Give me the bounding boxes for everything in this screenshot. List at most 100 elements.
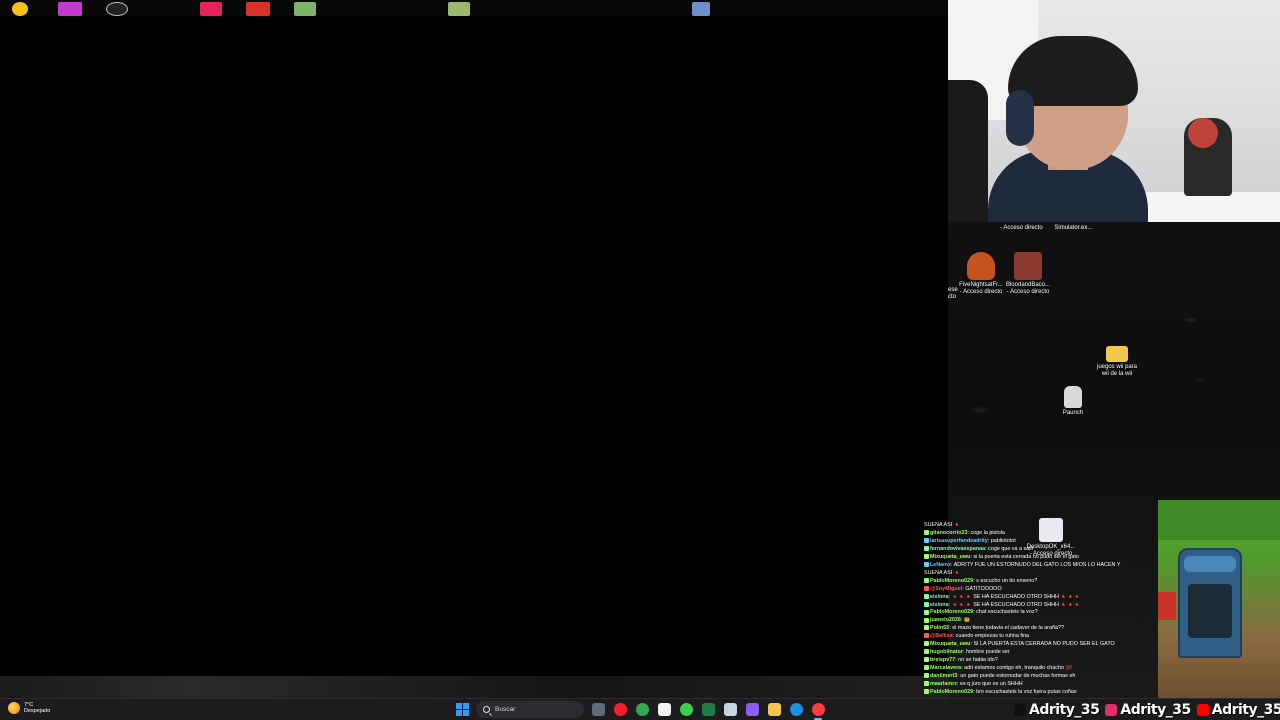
weather-sun-icon [8, 702, 20, 714]
chat-text: ADRITY FUE UN ESTORNUDO DEL GATO LOS MIO… [953, 561, 1121, 568]
search-icon [483, 706, 490, 713]
weather-condition: Despejado [24, 708, 51, 714]
desktop-icon-sublabel: wii de la wii [1101, 371, 1133, 377]
chat-username: Mixuqueta_uwu [930, 641, 971, 648]
mini-game-trees [1158, 500, 1280, 540]
chat-badge-icon [924, 625, 929, 631]
document-icon[interactable] [658, 703, 671, 716]
recording-icon[interactable] [812, 703, 825, 716]
chat-message: Mixuqueta_uwu: si la puerta esta cerrada… [924, 554, 1160, 562]
chat-text: el mazo tiene todavia el cadaver de la a… [952, 625, 1064, 632]
duck-app-icon[interactable] [12, 2, 28, 16]
weather-widget[interactable]: 7°C Despejado [8, 702, 50, 714]
chat-message: elsinna: 🔺🔺🔺 SE HA ESCUCHADO OTRO SHHH 🔺… [924, 602, 1160, 610]
chat-username: breispv77 [930, 657, 956, 664]
social-item: Adrity_35 [1196, 702, 1280, 718]
weather-text: 7°C Despejado [24, 702, 50, 714]
webcam-desk [1138, 192, 1280, 222]
chat-text: 🤠 [963, 617, 971, 624]
chat-badge-icon [924, 681, 929, 687]
chat-text: bro escuchasteis la voz fuera putas coña… [976, 689, 1077, 696]
game-app-icon[interactable] [294, 2, 316, 16]
chat-message: Polin55: el mazo tiene todavia el cadave… [924, 625, 1160, 633]
social-handles-overlay: Adrity_35 Adrity_35 Adrity_35 [1014, 700, 1280, 720]
headphones-icon [1006, 90, 1034, 146]
desktop-icon-juegos-wii[interactable]: juegos wii para wii de la wii [1082, 344, 1152, 378]
file-manager-icon[interactable] [592, 703, 605, 716]
chat-message: Mixuqueta_uwu: SI LA PUERTA ESTA CERRADA… [924, 641, 1160, 649]
chrome-icon[interactable] [636, 703, 649, 716]
steam-icon[interactable] [724, 703, 737, 716]
character-app-icon[interactable] [692, 2, 710, 16]
chat-text: hombre puede ser [965, 649, 1010, 656]
chat-username: fernandovivaespanaa [930, 545, 986, 552]
folder-icon [1106, 346, 1128, 362]
social-handle: Adrity_35 [1211, 702, 1280, 718]
chat-username: danilmert3 [930, 673, 958, 680]
chat-text: pabliototot [990, 537, 1016, 544]
desktop-icon-label: BloodandBaco... [1005, 282, 1051, 288]
chat-username: Mixuqueta_uwu [930, 553, 971, 560]
chat-text: no se habia ido? [958, 657, 998, 664]
map-app-icon[interactable] [448, 2, 470, 16]
mini-game-train [1178, 548, 1242, 658]
chat-message: hugoblinator: hombre puede ser [924, 649, 1160, 657]
game-window[interactable] [0, 16, 948, 676]
chat-username: larisasuperfandeadrity [930, 537, 988, 544]
xbox-icon[interactable] [680, 703, 693, 716]
chat-username: PabloMoreno029 [930, 577, 974, 584]
desktop-icon-sublabel: - Acceso directo [1006, 289, 1050, 295]
fnaf-app-icon[interactable] [200, 2, 222, 16]
chat-badge-icon [924, 553, 929, 559]
chat-badge-icon [924, 617, 929, 623]
tam-app-icon[interactable] [246, 2, 270, 16]
chat-message: breispv77: no se habia ido? [924, 657, 1160, 665]
obs-icon[interactable] [746, 703, 759, 716]
social-item: Adrity_35 [1014, 702, 1100, 718]
windows-start-icon[interactable] [456, 703, 469, 716]
chat-username: Marcalavera [930, 665, 962, 672]
chat-message: fernandovivaespanaa: coge que va a salir [924, 546, 1160, 554]
chat-badge-icon [924, 641, 929, 647]
chat-badge-icon [924, 545, 929, 551]
chat-username: gitanocorrio23 [930, 529, 968, 536]
chat-message: PabloMoreno029: s escucho un tio enserio… [924, 578, 1160, 586]
stream-chat-overlay: SUENA ASI 🔺 gitanocorrio23: coge la pisto… [924, 522, 1160, 698]
webcam-chair [948, 80, 988, 222]
chat-message: maarlamrz: es q juro que es un SHHH [924, 681, 1160, 689]
chat-text: si la puerta esta cerrada no pudo ser el… [973, 553, 1079, 560]
opera-icon[interactable] [614, 703, 627, 716]
chat-text: es q juro que es un SHHH [959, 681, 1023, 688]
desktop-icon-paunch[interactable]: Paunch [1038, 386, 1108, 417]
chat-text: 🔺🔺🔺 SE HA ESCUCHADO OTRO SHHH 🔺🔺🔺 [951, 593, 1081, 600]
unreal-app-icon[interactable] [106, 2, 128, 16]
tiktok-icon [1014, 704, 1026, 716]
chat-badge-icon [924, 537, 929, 543]
social-handle: Adrity_35 [1029, 702, 1100, 718]
desktop-icon-bloodandbacon[interactable]: BloodandBaco... - Acceso directo [993, 252, 1063, 296]
chat-username: Polin55 [930, 625, 950, 632]
social-item: Adrity_35 [1105, 702, 1191, 718]
hand-icon [1064, 386, 1082, 408]
chat-badge-icon [924, 657, 929, 663]
chat-message: danilmert3: un gato puede estornudar de … [924, 673, 1160, 681]
chat-text: 🔺🔺🔺 SE HA ESCUCHADO OTRO SHHH 🔺🔺🔺 [951, 601, 1081, 608]
folder-icon[interactable] [768, 703, 781, 716]
youtube-icon [1196, 704, 1209, 716]
edge-icon[interactable] [790, 703, 803, 716]
excel-icon[interactable] [702, 703, 715, 716]
chat-text: s escucho un tio enserio? [976, 577, 1038, 584]
social-handle: Adrity_35 [1120, 702, 1191, 718]
top-label-1: - Acceso directo [1000, 225, 1043, 231]
search-placeholder: Buscar [495, 706, 516, 713]
chat-text: SUENA ASI 🔺 [924, 569, 961, 576]
top-label-2: Simulator.ex... [1054, 225, 1093, 231]
chat-badge-icon [924, 673, 929, 679]
chat-username: juanelo2026 [930, 617, 961, 624]
taskbar-search[interactable]: Buscar [476, 701, 584, 718]
desktop-top-icon-row [0, 0, 948, 16]
chat-message: elsinna: 🔺🔺🔺 SE HA ESCUCHADO OTRO SHHH 🔺… [924, 594, 1160, 602]
figure-app-icon[interactable] [58, 2, 82, 16]
chat-username: LeNainx [930, 561, 951, 568]
train-window [1188, 584, 1232, 638]
